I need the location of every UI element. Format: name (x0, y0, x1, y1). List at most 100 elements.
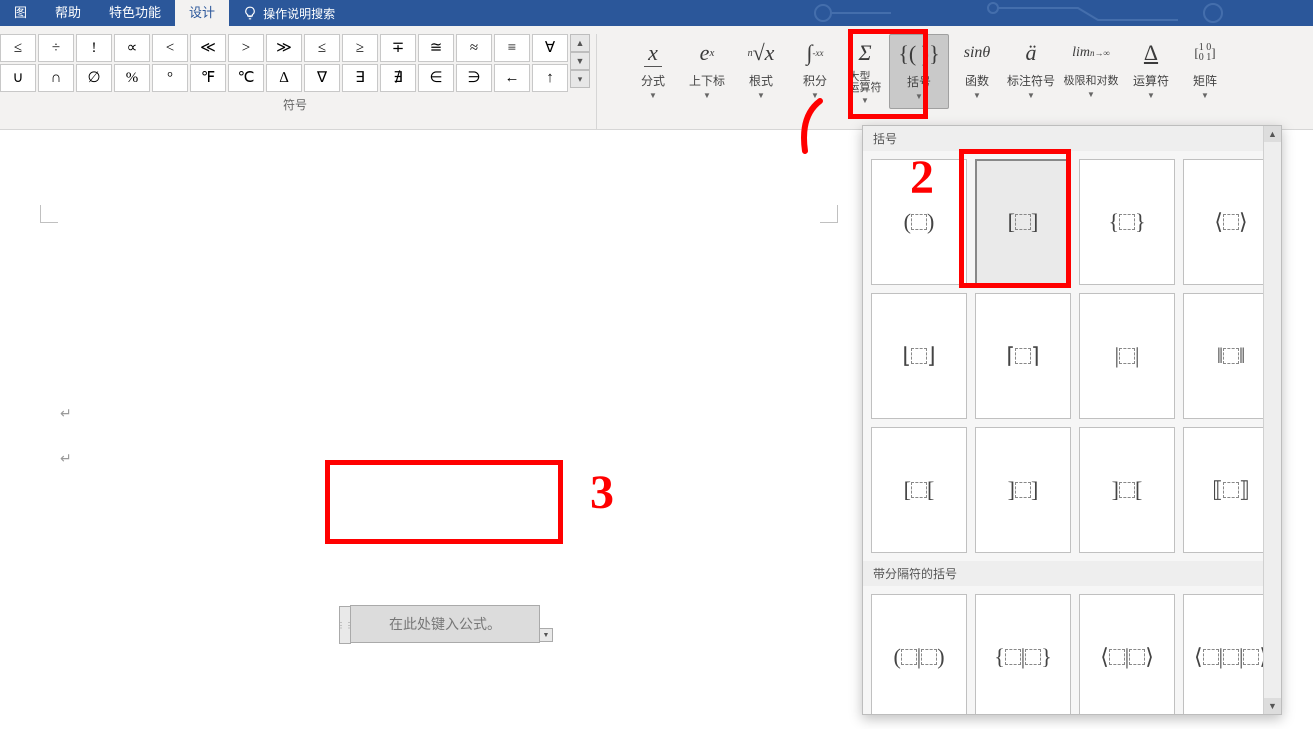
operator-button[interactable]: Δ 运算符 ▼ (1125, 34, 1177, 109)
symbol-cell[interactable]: ° (152, 64, 188, 92)
bracket-paren[interactable]: () (871, 159, 967, 285)
symbol-cell[interactable]: < (152, 34, 188, 62)
bracket-curly[interactable]: {} (1079, 159, 1175, 285)
scroll-more-icon[interactable]: ▾ (570, 70, 590, 88)
symbol-cell[interactable]: ≤ (0, 34, 36, 62)
tab-features[interactable]: 特色功能 (95, 0, 175, 26)
symbol-cell[interactable]: % (114, 64, 150, 92)
symbol-group-label: 符号 (283, 96, 307, 113)
scroll-up-icon[interactable]: ▲ (570, 34, 590, 52)
function-button[interactable]: sinθ 函数 ▼ (951, 34, 1003, 109)
symbol-cell[interactable]: ∃ (342, 64, 378, 92)
symbol-cell[interactable]: ↑ (532, 64, 568, 92)
bracket-open-right[interactable]: ]] (975, 427, 1071, 553)
gallery-section-title: 带分隔符的括号 (863, 561, 1263, 586)
symbol-cell[interactable]: ≅ (418, 34, 454, 62)
symbol-cell[interactable]: ≤ (304, 34, 340, 62)
fraction-label: 分式 (641, 72, 665, 89)
chevron-down-icon: ▼ (1087, 90, 1095, 99)
accent-button[interactable]: ä 标注符号 ▼ (1005, 34, 1057, 109)
structure-group: x 分式 ▼ ex 上下标 ▼ n√x 根式 ▼ ∫-xx 积分 ▼ Σ 大型 … (597, 34, 1231, 109)
scroll-down-icon[interactable]: ▼ (570, 52, 590, 70)
equation-dropdown[interactable]: ▼ (539, 628, 553, 642)
bracket-square[interactable]: [] (975, 159, 1071, 285)
symbol-cell[interactable]: ∇ (304, 64, 340, 92)
symbol-cell[interactable]: ← (494, 64, 530, 92)
symbol-cell[interactable]: > (228, 34, 264, 62)
symbol-cell[interactable]: ∩ (38, 64, 74, 92)
equation-placeholder[interactable]: ⋮⋮ 在此处键入公式。 ▼ (350, 605, 540, 643)
chevron-down-icon: ▼ (703, 91, 711, 100)
radical-label: 根式 (749, 72, 773, 89)
limit-icon: limn→∞ (1072, 36, 1110, 70)
symbol-cell[interactable]: ∝ (114, 34, 150, 62)
bracket-curly-sep[interactable]: {|} (975, 594, 1071, 714)
symbol-cell[interactable]: ≡ (494, 34, 530, 62)
equation-handle[interactable]: ⋮⋮ (339, 606, 351, 644)
search-label: 操作说明搜索 (263, 5, 335, 22)
bracket-angle-sep2[interactable]: ⟨||⟩ (1183, 594, 1263, 714)
script-button[interactable]: ex 上下标 ▼ (681, 34, 733, 109)
bracket-angle-sep[interactable]: ⟨|⟩ (1079, 594, 1175, 714)
symbol-cell[interactable]: ∓ (380, 34, 416, 62)
bracket-open-left[interactable]: [[ (871, 427, 967, 553)
symbol-cell[interactable]: ∋ (456, 64, 492, 92)
sigma-icon: Σ (858, 36, 871, 70)
scroll-down-icon[interactable]: ▼ (1264, 698, 1281, 714)
integral-button[interactable]: ∫-xx 积分 ▼ (789, 34, 841, 109)
chevron-down-icon: ▼ (811, 91, 819, 100)
symbol-cell[interactable]: ℉ (190, 64, 226, 92)
largeop-label: 大型 运算符 (849, 72, 882, 94)
tab-help[interactable]: 帮助 (41, 0, 95, 26)
chevron-down-icon: ▼ (1027, 91, 1035, 100)
integral-label: 积分 (803, 72, 827, 89)
bracket-gallery: 括号 () [] {} ⟨⟩ ⌊⌋ ⌈⌉ || ‖‖ [[ ]] ][ ⟦⟧ 带… (862, 125, 1282, 715)
tell-me-search[interactable]: 操作说明搜索 (229, 0, 349, 26)
bracket-floor[interactable]: ⌊⌋ (871, 293, 967, 419)
ribbon-tabbar: 图 帮助 特色功能 设计 操作说明搜索 (0, 0, 1313, 26)
bracket-angle[interactable]: ⟨⟩ (1183, 159, 1263, 285)
chevron-down-icon: ▼ (973, 91, 981, 100)
symbol-cell[interactable]: ∈ (418, 64, 454, 92)
symbol-grid: ≤ ÷ ! ∝ < ≪ > ≫ ≤ ≥ ∓ ≅ ≈ ≡ ∀ ∪ ∩ ∅ % ° (0, 34, 568, 92)
accent-label: 标注符号 (1007, 72, 1055, 89)
tab-design[interactable]: 设计 (175, 0, 229, 26)
page-margin-marker (820, 205, 838, 223)
tab-view[interactable]: 图 (0, 0, 41, 26)
bracket-button[interactable]: {( )} 括号 ▼ (889, 34, 949, 109)
largeop-button[interactable]: Σ 大型 运算符 ▼ (843, 34, 887, 109)
symbol-cell[interactable]: ℃ (228, 64, 264, 92)
symbol-cell[interactable]: ∪ (0, 64, 36, 92)
bracket-ceil[interactable]: ⌈⌉ (975, 293, 1071, 419)
symbol-cell[interactable]: ≪ (190, 34, 226, 62)
symbol-cell[interactable]: ! (76, 34, 112, 62)
scroll-up-icon[interactable]: ▲ (1264, 126, 1281, 142)
integral-icon: ∫-xx (806, 36, 823, 70)
symbol-cell[interactable]: ∄ (380, 64, 416, 92)
chevron-down-icon: ▼ (1147, 91, 1155, 100)
symbol-cell[interactable]: ≫ (266, 34, 302, 62)
symbol-cell[interactable]: ∅ (76, 64, 112, 92)
limit-button[interactable]: limn→∞ 极限和对数 ▼ (1059, 34, 1123, 109)
symbol-cell[interactable]: ≥ (342, 34, 378, 62)
symbol-cell[interactable]: ∀ (532, 34, 568, 62)
bracket-paren-sep[interactable]: (|) (871, 594, 967, 714)
symbol-cell[interactable]: ÷ (38, 34, 74, 62)
chevron-down-icon: ▼ (861, 96, 869, 105)
bracket-norm[interactable]: ‖‖ (1183, 293, 1263, 419)
accent-icon: ä (1026, 36, 1037, 70)
chevron-down-icon: ▼ (915, 92, 923, 101)
matrix-icon: [1 00 1] (1194, 36, 1215, 70)
matrix-button[interactable]: [1 00 1] 矩阵 ▼ (1179, 34, 1231, 109)
lightbulb-icon (243, 6, 257, 20)
bracket-open-both[interactable]: ][ (1079, 427, 1175, 553)
bracket-abs[interactable]: || (1079, 293, 1175, 419)
bracket-double[interactable]: ⟦⟧ (1183, 427, 1263, 553)
radical-button[interactable]: n√x 根式 ▼ (735, 34, 787, 109)
radical-icon: n√x (748, 36, 775, 70)
fraction-icon: x (644, 36, 662, 70)
symbol-cell[interactable]: ≈ (456, 34, 492, 62)
fraction-button[interactable]: x 分式 ▼ (627, 34, 679, 109)
gallery-scrollbar[interactable]: ▲ ▼ (1263, 126, 1281, 714)
symbol-cell[interactable]: ∆ (266, 64, 302, 92)
